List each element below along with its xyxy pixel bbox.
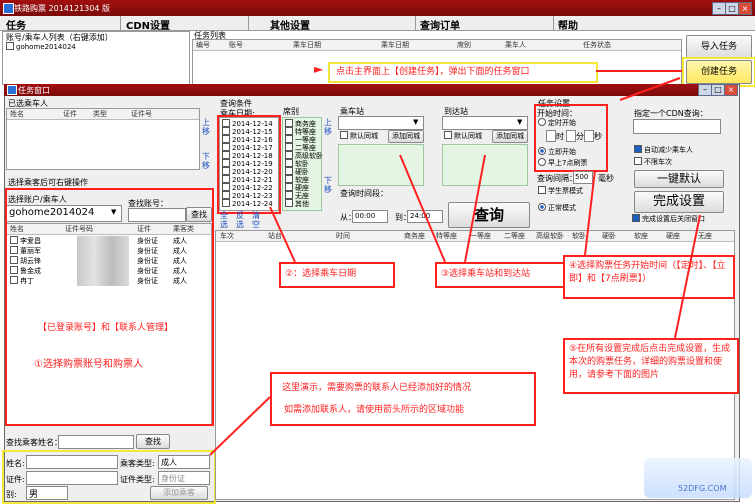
watermark-logo: 52DFG.COM bbox=[644, 458, 752, 498]
watermark-text: 52DFG.COM bbox=[678, 484, 727, 493]
annotation-arrows bbox=[209, 77, 701, 456]
